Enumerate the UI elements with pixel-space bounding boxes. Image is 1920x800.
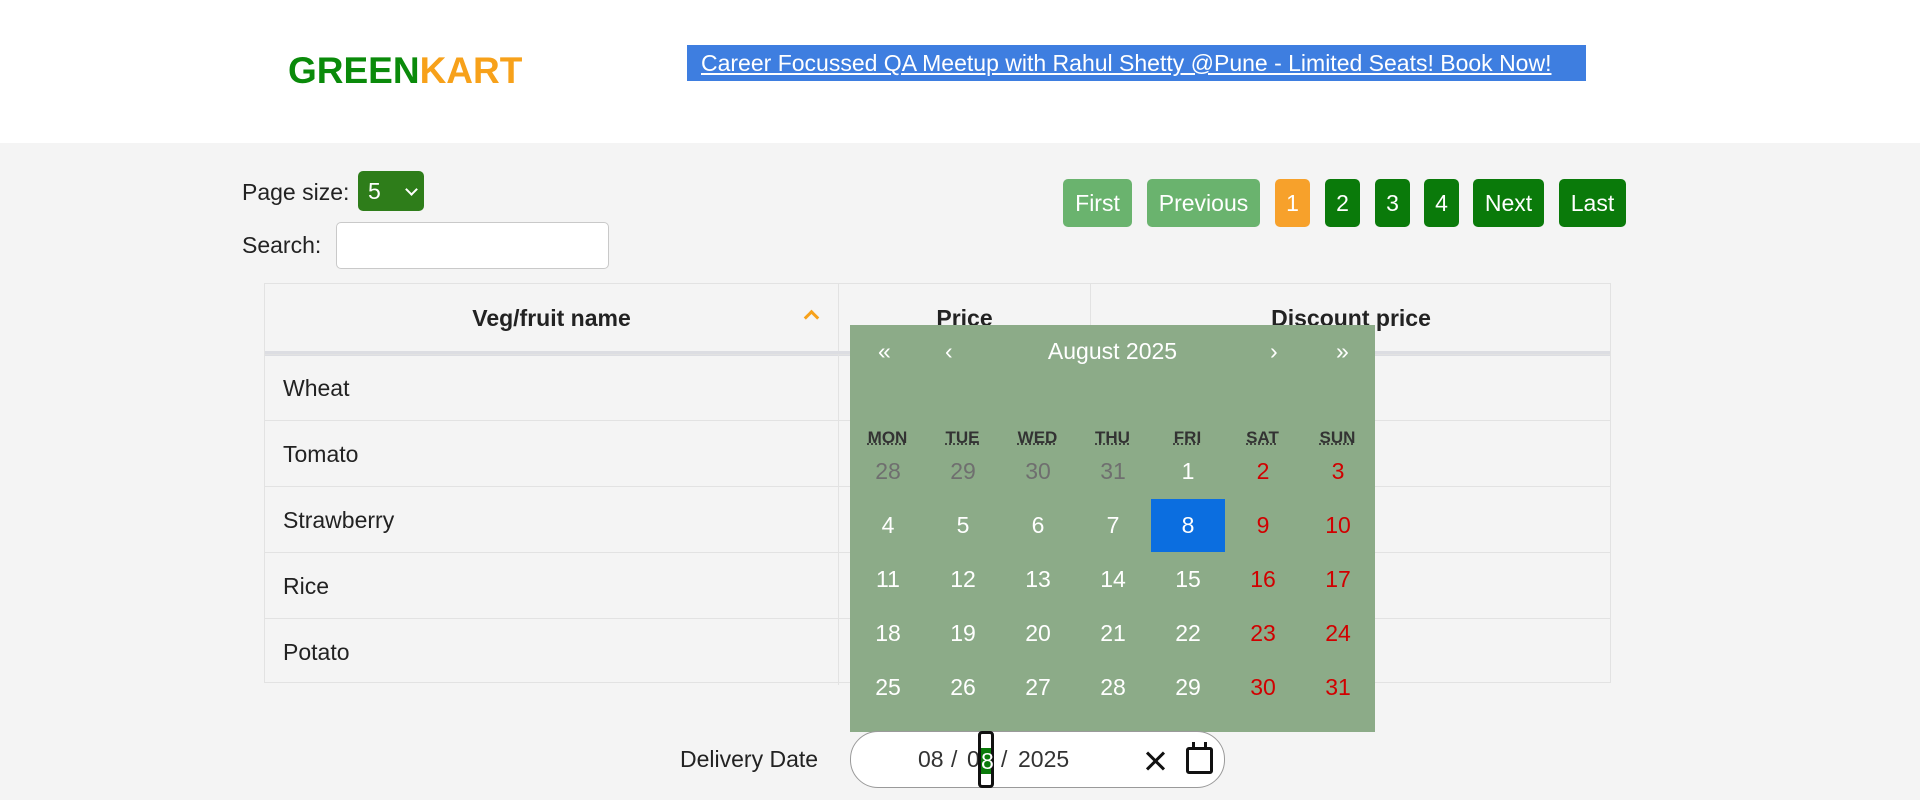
site-header: GREENKART Career Focussed QA Meetup with… — [0, 0, 1920, 143]
date-day-segment[interactable]: 8 — [978, 731, 994, 788]
calendar-day[interactable]: 25 — [851, 661, 925, 714]
row-name: Potato — [283, 639, 350, 665]
row-name: Wheat — [283, 375, 350, 401]
page-size-select[interactable]: 5 — [358, 171, 424, 211]
calendar-day[interactable]: 3 — [1301, 445, 1375, 498]
header-label-name: Veg/fruit name — [472, 305, 631, 331]
search-input[interactable] — [336, 222, 609, 269]
calendar-day[interactable]: 10 — [1301, 499, 1375, 552]
calendar-day[interactable]: 31 — [1301, 661, 1375, 714]
calendar-day[interactable]: 7 — [1076, 499, 1150, 552]
calendar-day[interactable]: 6 — [1001, 499, 1075, 552]
row-name: Tomato — [283, 441, 359, 467]
column-divider — [838, 619, 839, 685]
calendar-day[interactable]: 9 — [1226, 499, 1300, 552]
calendar-day[interactable]: 29 — [926, 445, 1000, 498]
calendar-day[interactable]: 5 — [926, 499, 1000, 552]
calendar-day[interactable]: 29 — [1151, 661, 1225, 714]
calendar-day[interactable]: 11 — [851, 553, 925, 606]
calendar-day[interactable]: 15 — [1151, 553, 1225, 606]
column-divider — [838, 355, 839, 421]
column-divider — [838, 553, 839, 619]
page-1-button[interactable]: 1 — [1275, 179, 1310, 227]
calendar-day[interactable]: 30 — [1001, 445, 1075, 498]
calendar-day[interactable]: 28 — [1076, 661, 1150, 714]
chevron-down-icon — [405, 183, 418, 196]
calendar-day[interactable]: 30 — [1226, 661, 1300, 714]
next-year-button[interactable]: » — [1336, 338, 1349, 365]
page-2-button[interactable]: 2 — [1325, 179, 1360, 227]
page-3-button[interactable]: 3 — [1375, 179, 1410, 227]
calendar-day[interactable]: 24 — [1301, 607, 1375, 660]
date-month-segment[interactable]: 08 — [918, 746, 944, 773]
header-veg-fruit-name[interactable]: Veg/fruit name — [265, 284, 839, 352]
calendar-day[interactable]: 4 — [851, 499, 925, 552]
calendar-day[interactable]: 16 — [1226, 553, 1300, 606]
last-page-button[interactable]: Last — [1559, 179, 1626, 227]
brand-logo: GREENKART — [288, 50, 522, 92]
calendar-day[interactable]: 18 — [851, 607, 925, 660]
page-size-value: 5 — [368, 178, 381, 204]
calendar-day[interactable]: 20 — [1001, 607, 1075, 660]
calendar-day[interactable]: 21 — [1076, 607, 1150, 660]
search-label: Search: — [242, 232, 322, 258]
calendar-day[interactable]: 19 — [926, 607, 1000, 660]
close-icon[interactable] — [1144, 749, 1168, 773]
date-picker-calendar: « ‹ August 2025 › » MON TUE WED THU FRI SAT SU… — [850, 325, 1375, 732]
date-separator: / — [1001, 746, 1008, 772]
first-page-button[interactable]: First — [1063, 179, 1132, 227]
row-name: Rice — [283, 573, 330, 599]
calendar-day[interactable]: 26 — [926, 661, 1000, 714]
previous-page-button[interactable]: Previous — [1147, 179, 1260, 227]
column-divider — [838, 487, 839, 553]
calendar-day[interactable]: 23 — [1226, 607, 1300, 660]
column-divider — [838, 421, 839, 487]
date-separator: / — [951, 746, 958, 772]
delivery-date-input[interactable]: 08 / 0 8 / 2025 — [850, 731, 1225, 788]
page-size-label: Page size: — [242, 179, 350, 205]
calendar-day[interactable]: 1 — [1151, 445, 1225, 498]
calendar-day[interactable]: 27 — [1001, 661, 1075, 714]
calendar-day[interactable]: 14 — [1076, 553, 1150, 606]
calendar-day[interactable]: 22 — [1151, 607, 1225, 660]
calendar-icon[interactable] — [1186, 742, 1213, 774]
date-day-focused-digit: 8 — [981, 748, 994, 774]
delivery-date-label: Delivery Date — [680, 746, 819, 772]
next-month-button[interactable]: › — [1270, 338, 1278, 365]
page-4-button[interactable]: 4 — [1424, 179, 1459, 227]
calendar-day[interactable]: 28 — [851, 445, 925, 498]
calendar-day[interactable]: 31 — [1076, 445, 1150, 498]
calendar-month-title[interactable]: August 2025 — [850, 338, 1375, 365]
calendar-day[interactable]: 8 — [1151, 499, 1225, 552]
calendar-day[interactable]: 12 — [926, 553, 1000, 606]
logo-kart-text: KART — [419, 50, 523, 91]
next-page-button[interactable]: Next — [1473, 179, 1544, 227]
calendar-day[interactable]: 13 — [1001, 553, 1075, 606]
date-year-segment[interactable]: 2025 — [1018, 746, 1069, 773]
row-name: Strawberry — [283, 507, 395, 533]
promo-link[interactable]: Career Focussed QA Meetup with Rahul She… — [687, 45, 1586, 81]
calendar-day[interactable]: 2 — [1226, 445, 1300, 498]
calendar-day[interactable]: 17 — [1301, 553, 1375, 606]
logo-green-text: GREEN — [288, 50, 420, 91]
